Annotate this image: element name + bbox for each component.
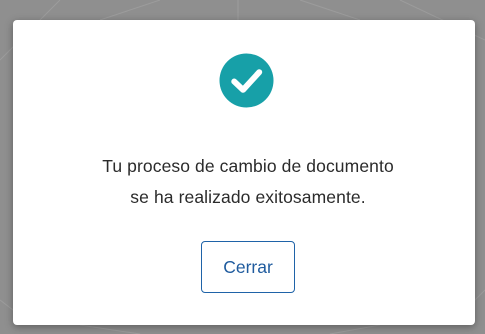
- success-message-line-1: Tu proceso de cambio de documento: [102, 156, 394, 176]
- close-button[interactable]: Cerrar: [201, 241, 295, 293]
- success-message-line-2: se ha realizado exitosamente.: [130, 187, 366, 207]
- check-circle-icon: [219, 53, 274, 108]
- success-message: Tu proceso de cambio de documento se ha …: [13, 151, 483, 213]
- success-dialog: Tu proceso de cambio de documento se ha …: [13, 20, 475, 325]
